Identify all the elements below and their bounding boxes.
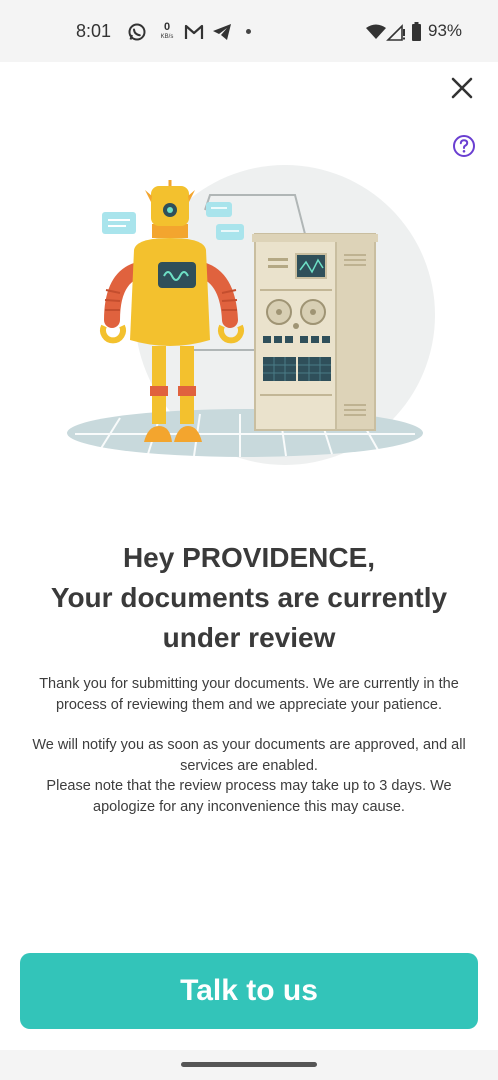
gmail-icon (184, 24, 204, 39)
telegram-icon (213, 24, 231, 40)
home-gesture-bar[interactable] (181, 1062, 317, 1067)
whatsapp-icon (128, 23, 146, 41)
review-message: Thank you for submitting your documents.… (20, 674, 478, 817)
robot-illustration (67, 165, 435, 465)
battery-percentage: 93% (428, 21, 463, 40)
network-speed-value: 0 (163, 21, 171, 33)
network-speed: 0 KB/s (157, 21, 177, 41)
help-icon (453, 135, 475, 157)
wifi-icon (366, 24, 386, 39)
review-duration-paragraph: Please note that the review process may … (46, 778, 452, 815)
close-button[interactable] (448, 74, 476, 102)
signal-icon (386, 24, 405, 41)
thank-you-paragraph: Thank you for submitting your documents.… (39, 676, 459, 713)
greeting-line: Hey PROVIDENCE, (122, 542, 376, 573)
dot-icon (246, 29, 251, 34)
status-bar: 8:01 0 KB/s 93% (0, 0, 498, 62)
title-line: under review (162, 622, 336, 653)
title-line: Your documents are currently (50, 582, 448, 613)
help-button[interactable] (452, 134, 476, 158)
network-speed-unit: KB/s (160, 34, 174, 40)
talk-to-us-button[interactable]: Talk to us (20, 953, 478, 1029)
notify-paragraph: We will notify you as soon as your docum… (32, 737, 466, 774)
page-title: Hey PROVIDENCE, Your documents are curre… (0, 538, 498, 658)
status-time: 8:01 (76, 21, 112, 41)
close-icon (451, 77, 473, 99)
battery-icon (412, 22, 421, 41)
navigation-bar (0, 1050, 498, 1080)
